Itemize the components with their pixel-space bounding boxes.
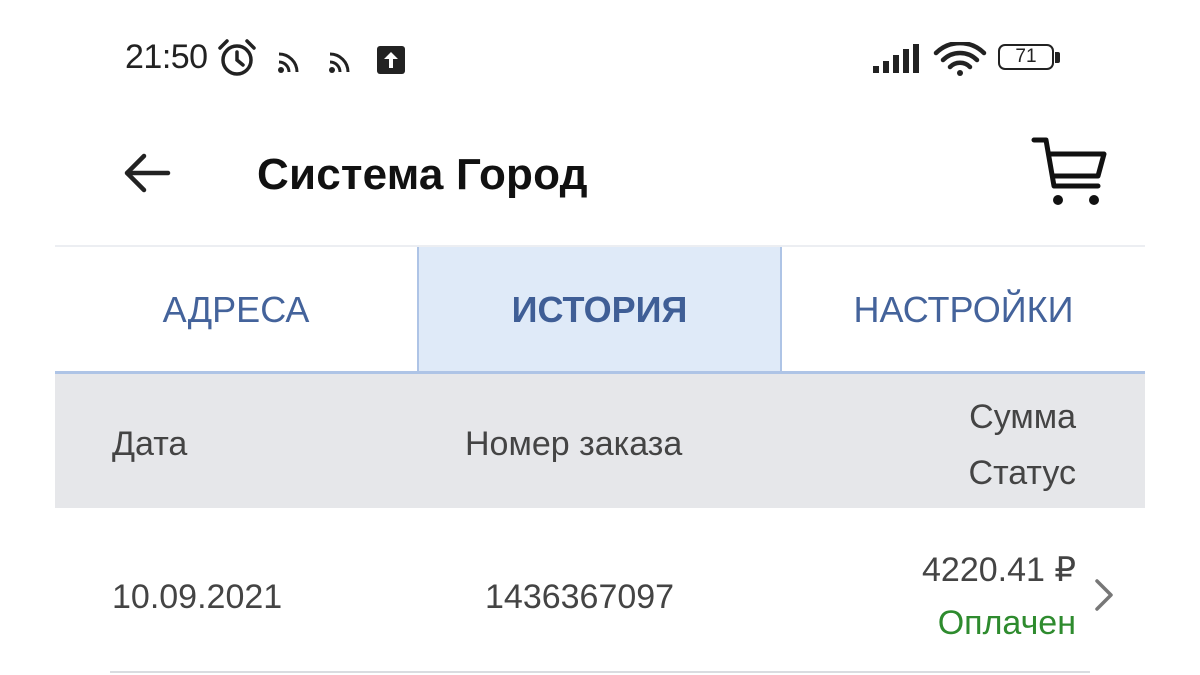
- table-row[interactable]: 10.09.2021 1436367097 4220.41 ₽ Оплачен: [55, 508, 1145, 672]
- row-sum: 4220.41 ₽: [922, 551, 1076, 589]
- tab-bar: АДРЕСА ИСТОРИЯ НАСТРОЙКИ: [55, 245, 1145, 373]
- status-time: 21:50: [125, 38, 208, 76]
- row-status: Оплачен: [937, 604, 1076, 642]
- back-button[interactable]: [118, 148, 178, 198]
- chevron-right-icon: [1095, 579, 1113, 611]
- row-order-number: 1436367097: [485, 578, 675, 616]
- battery-level: 71: [1015, 46, 1037, 67]
- alarm-icon: [218, 39, 256, 76]
- column-header-status: Статус: [968, 454, 1076, 492]
- column-header-order-number: Номер заказа: [465, 425, 683, 463]
- cart-button[interactable]: [1028, 134, 1110, 210]
- battery-icon: 71: [998, 44, 1060, 74]
- signal-icon: [873, 44, 919, 73]
- cart-icon: [1031, 137, 1107, 205]
- page-title: Система Город: [257, 150, 588, 199]
- status-bar: 21:50 71: [0, 0, 1200, 110]
- wifi-icon: [933, 42, 987, 76]
- row-date: 10.09.2021: [112, 578, 283, 616]
- cast-icon: [278, 52, 299, 73]
- tab-history[interactable]: ИСТОРИЯ: [417, 247, 782, 373]
- arrow-left-icon: [124, 153, 171, 193]
- table-header: Дата Номер заказа Сумма Статус: [55, 374, 1145, 508]
- tab-settings[interactable]: НАСТРОЙКИ: [782, 247, 1145, 373]
- upload-icon: [377, 46, 405, 74]
- tab-addresses[interactable]: АДРЕСА: [55, 247, 417, 373]
- column-header-sum: Сумма: [969, 398, 1076, 436]
- column-header-date: Дата: [112, 425, 188, 463]
- cast-icon: [329, 52, 350, 73]
- app-bar: Система Город: [0, 110, 1200, 245]
- row-divider: [110, 671, 1090, 673]
